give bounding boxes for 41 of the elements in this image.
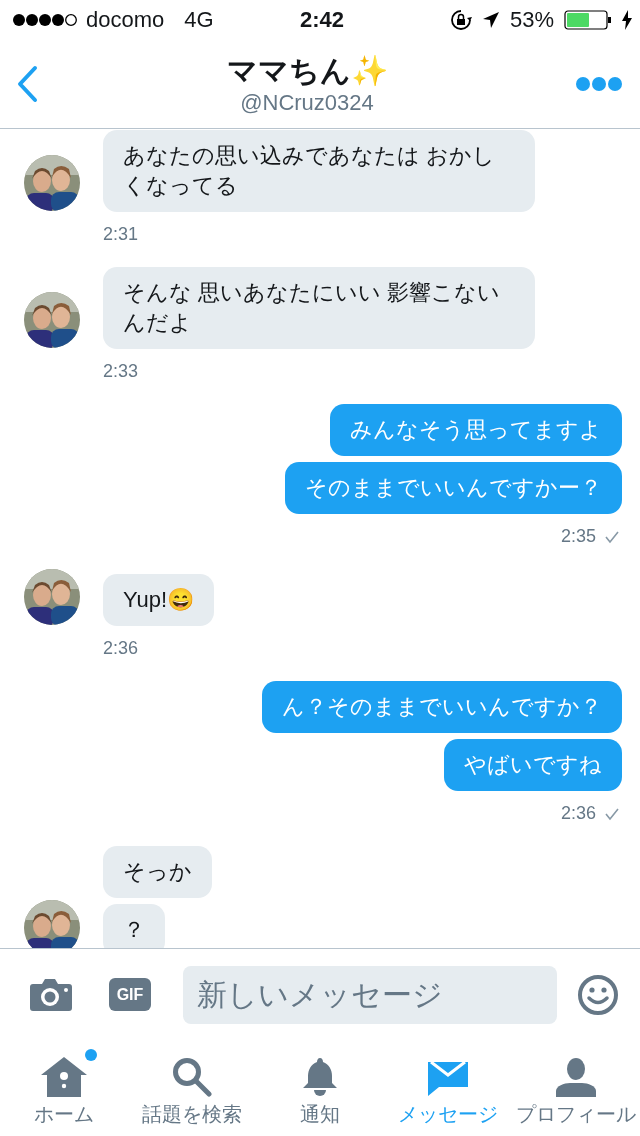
gif-button[interactable]: GIF bbox=[109, 978, 151, 1011]
birdhouse-icon bbox=[41, 1057, 87, 1097]
charging-bolt-icon bbox=[622, 10, 632, 30]
message-bubble: みんなそう思ってますよ bbox=[330, 404, 622, 456]
battery-percent: 53% bbox=[509, 7, 554, 33]
emoji-icon[interactable] bbox=[577, 973, 619, 1016]
message-bubble: そっか bbox=[103, 846, 212, 898]
conversation-title: ママちん✨ bbox=[226, 53, 388, 89]
camera-icon[interactable] bbox=[29, 977, 73, 1012]
search-icon bbox=[172, 1057, 212, 1097]
location-arrow-icon bbox=[481, 11, 500, 29]
tab-item[interactable]: 通知 bbox=[256, 1040, 384, 1136]
message-bubble: ん？そのままでいいんですか？ bbox=[262, 681, 622, 733]
message-bubble: そのままでいいんですかー？ bbox=[285, 462, 622, 514]
tab-item[interactable]: 話題を検索 bbox=[128, 1040, 256, 1136]
tab-item[interactable]: メッセージ bbox=[384, 1040, 512, 1136]
message-time: 2:33 bbox=[103, 361, 139, 382]
message-bubble: やばいですね bbox=[444, 739, 622, 791]
signal-icon bbox=[12, 13, 80, 27]
message-bubble: そんな 思いあなたにいい 影響こないんだよ bbox=[103, 267, 535, 349]
more-icon[interactable] bbox=[576, 77, 622, 91]
rotation-lock-icon bbox=[449, 9, 472, 31]
battery-icon bbox=[564, 10, 612, 30]
message-bubble: Yup!😄 bbox=[103, 574, 215, 626]
carrier-name: docomo bbox=[86, 7, 165, 33]
message-time: 2:36 bbox=[560, 803, 596, 824]
message-bubble: ？ bbox=[103, 904, 165, 948]
bell-icon bbox=[302, 1057, 338, 1097]
message-input[interactable]: 新しいメッセージ bbox=[183, 965, 557, 1024]
user-handle: @NCruz0324 bbox=[240, 90, 374, 116]
message-time: 2:36 bbox=[103, 638, 139, 659]
message-time: 2:31 bbox=[103, 224, 139, 245]
message-bubble: あなたの思い込みであなたは おかしくなってる bbox=[103, 130, 535, 212]
tab-item[interactable]: ホーム bbox=[0, 1040, 128, 1136]
network-type: 4G bbox=[184, 7, 214, 33]
person-icon bbox=[556, 1057, 596, 1097]
status-time: 2:42 bbox=[299, 7, 344, 33]
envelope-icon bbox=[427, 1059, 469, 1097]
message-time: 2:35 bbox=[560, 526, 596, 547]
back-icon[interactable] bbox=[16, 65, 38, 103]
tab-item[interactable]: プロフィール bbox=[512, 1040, 640, 1136]
